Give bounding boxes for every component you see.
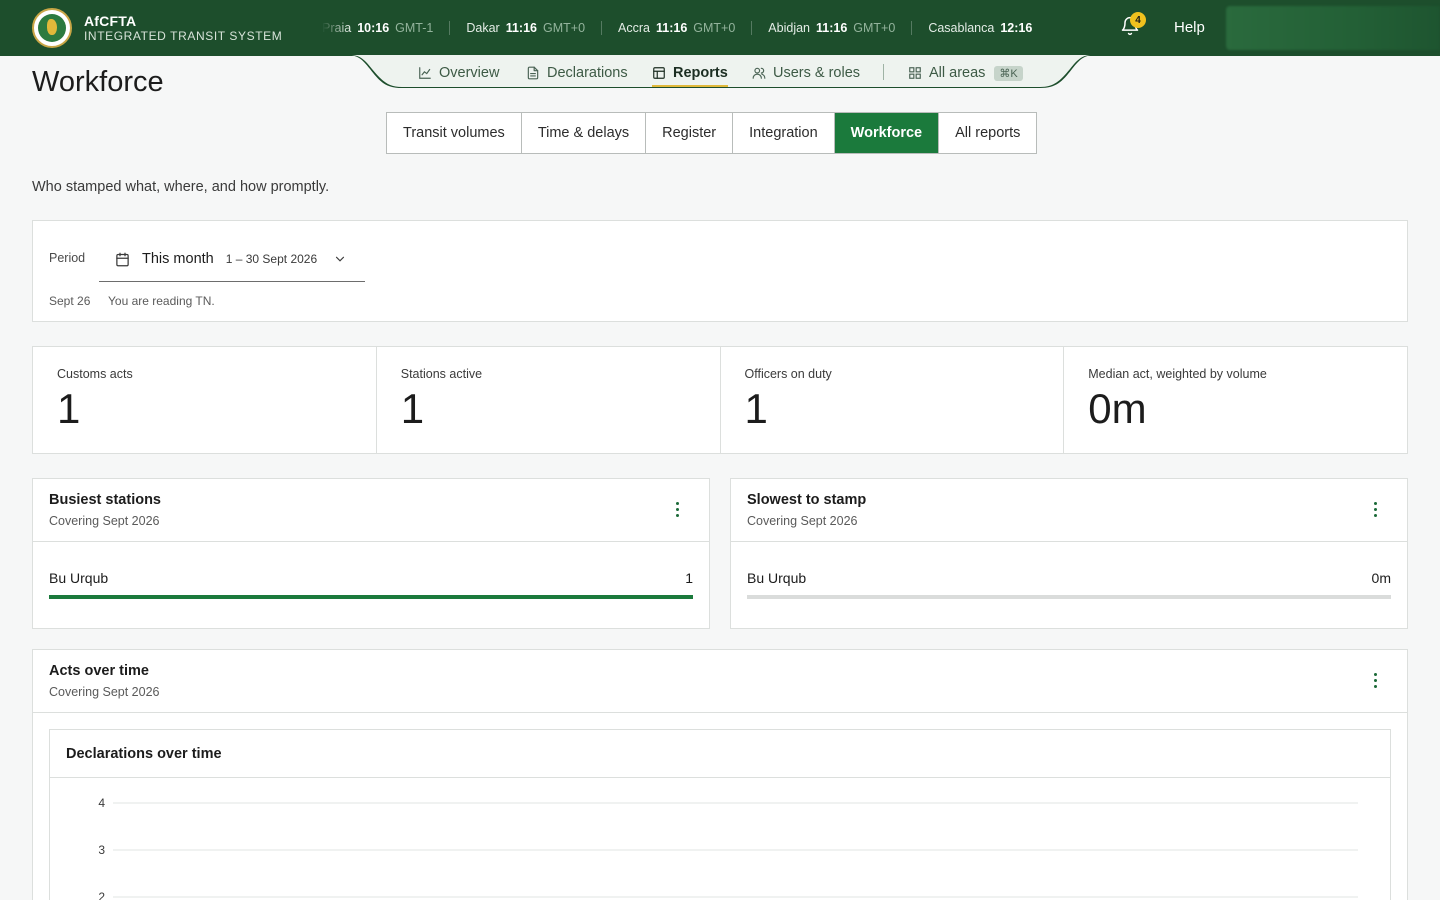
slowest-to-stamp-card: Slowest to stamp Covering Sept 2026 Bu U… <box>730 478 1408 629</box>
period-panel: Period This month 1 – 30 Sept 2026 Sept … <box>32 220 1408 322</box>
card-header: Busiest stations Covering Sept 2026 <box>33 479 709 542</box>
more-options-icon[interactable] <box>1367 499 1383 519</box>
page-description: Who stamped what, where, and how promptl… <box>32 179 330 195</box>
kpi-label: Customs acts <box>57 367 133 381</box>
busiest-stations-card: Busiest stations Covering Sept 2026 Bu U… <box>32 478 710 629</box>
more-options-icon[interactable] <box>1367 670 1383 690</box>
period-footer-note: You are reading TN. <box>108 294 215 308</box>
nav-overview[interactable]: Overview <box>418 62 499 84</box>
top-bar: AfCFTA INTEGRATED TRANSIT SYSTEM Praia 10… <box>0 0 1440 56</box>
help-link[interactable]: Help <box>1174 19 1205 36</box>
card-subtitle: Covering Sept 2026 <box>747 514 858 528</box>
clock-praia: Praia 10:16 GMT-1 <box>322 21 434 35</box>
kpi-label: Median act, weighted by volume <box>1088 367 1267 381</box>
card-title: Busiest stations <box>49 492 161 508</box>
kpi-customs-acts: Customs acts 1 <box>33 347 377 453</box>
table-icon <box>653 67 665 79</box>
nav-declarations-label: Declarations <box>547 65 628 81</box>
main-nav: Overview Declarations Reports Users & ro… <box>366 56 1076 88</box>
nav-overview-label: Overview <box>439 65 500 81</box>
period-range: 1 – 30 Sept 2026 <box>225 252 318 266</box>
clock-casablanca: Casablanca 12:16 <box>911 21 1054 35</box>
world-clocks: Praia 10:16 GMT-1 Dakar 11:16 GMT+0 Accra 11:… <box>322 0 1084 56</box>
afcfta-logo[interactable] <box>32 8 72 48</box>
declarations-chart: Declarations over time 4 3 2 <box>49 729 1391 900</box>
document-icon <box>527 66 539 80</box>
calendar-icon <box>116 252 129 266</box>
tab-integration[interactable]: Integration <box>733 113 835 153</box>
brand-subtitle: INTEGRATED TRANSIT SYSTEM <box>84 29 283 43</box>
period-selected-value: This month <box>142 251 214 267</box>
y-tick-label: 3 <box>98 843 105 857</box>
period-select[interactable]: This month 1 – 30 Sept 2026 <box>99 237 365 282</box>
chart-plot-area: 4 3 2 <box>98 796 1358 900</box>
kpi-median-act: Median act, weighted by volume 0m <box>1064 347 1407 453</box>
page-title: Workforce <box>32 66 164 98</box>
tab-workforce[interactable]: Workforce <box>834 113 940 153</box>
nav-users-roles[interactable]: Users & roles <box>752 62 860 84</box>
kpi-value: 1 <box>744 385 768 432</box>
list-item: Bu Urqub 0m <box>747 570 1391 599</box>
keyboard-shortcut-badge: ⌘K <box>994 65 1023 81</box>
report-tabs: Transit volumes Time & delays Register I… <box>386 112 1038 154</box>
station-value: 1 <box>685 570 693 586</box>
nav-all-areas[interactable]: All areas ⌘K <box>908 62 1023 84</box>
y-tick-label: 4 <box>98 796 105 810</box>
chevron-down-icon <box>335 256 345 262</box>
period-footer-date: Sept 26 <box>49 294 91 308</box>
tab-all-reports[interactable]: All reports <box>939 113 1036 153</box>
list-item: Bu Urqub 1 <box>49 570 693 599</box>
clock-accra: Accra 11:16 GMT+0 <box>601 21 751 35</box>
clock-abidjan: Abidjan 11:16 GMT+0 <box>751 21 911 35</box>
station-name: Bu Urqub <box>747 570 807 586</box>
nav-reports-label: Reports <box>673 65 728 81</box>
period-label: Period <box>49 251 86 265</box>
kpi-stations-active: Stations active 1 <box>377 347 721 453</box>
kpi-label: Officers on duty <box>744 367 832 381</box>
nav-divider <box>883 64 884 80</box>
acts-over-time-card: Acts over time Covering Sept 2026 Declar… <box>32 649 1408 900</box>
more-options-icon[interactable] <box>669 499 685 519</box>
nav-reports[interactable]: Reports <box>652 62 728 87</box>
brand-name: AfCFTA <box>84 13 137 29</box>
nav-users-roles-label: Users & roles <box>773 65 861 81</box>
line-chart-icon <box>419 67 431 79</box>
user-menu-button[interactable] <box>1226 6 1440 50</box>
kpi-strip: Customs acts 1 Stations active 1 Officer… <box>32 346 1408 454</box>
grid-icon <box>909 67 921 79</box>
notifications-button[interactable]: 4 <box>1120 12 1146 40</box>
kpi-label: Stations active <box>400 367 483 381</box>
chart-title: Declarations over time <box>66 746 222 762</box>
bar-track <box>49 595 693 599</box>
station-value: 0m <box>1371 570 1391 586</box>
kpi-officers-on-duty: Officers on duty 1 <box>721 347 1065 453</box>
tab-time-delays[interactable]: Time & delays <box>522 113 647 153</box>
clock-dakar: Dakar 11:16 GMT+0 <box>449 21 601 35</box>
africa-emblem-icon <box>38 14 66 42</box>
kpi-value: 0m <box>1088 385 1147 432</box>
card-header: Acts over time Covering Sept 2026 <box>33 650 1407 713</box>
nav-all-areas-label: All areas <box>929 65 986 81</box>
card-subtitle: Covering Sept 2026 <box>49 685 160 699</box>
kpi-value: 1 <box>57 385 81 432</box>
bar-track <box>747 595 1391 599</box>
card-title: Slowest to stamp <box>747 492 867 508</box>
card-title: Acts over time <box>49 663 149 679</box>
tab-register[interactable]: Register <box>646 113 734 153</box>
station-name: Bu Urqub <box>49 570 109 586</box>
users-icon <box>752 67 766 79</box>
card-header: Slowest to stamp Covering Sept 2026 <box>731 479 1407 542</box>
nav-declarations[interactable]: Declarations <box>526 62 628 84</box>
tab-transit-volumes[interactable]: Transit volumes <box>387 113 522 153</box>
notification-count-badge: 4 <box>1130 12 1146 28</box>
card-subtitle: Covering Sept 2026 <box>49 514 160 528</box>
bar-fill <box>49 595 693 599</box>
y-tick-label: 2 <box>98 890 105 900</box>
kpi-value: 1 <box>400 385 425 432</box>
